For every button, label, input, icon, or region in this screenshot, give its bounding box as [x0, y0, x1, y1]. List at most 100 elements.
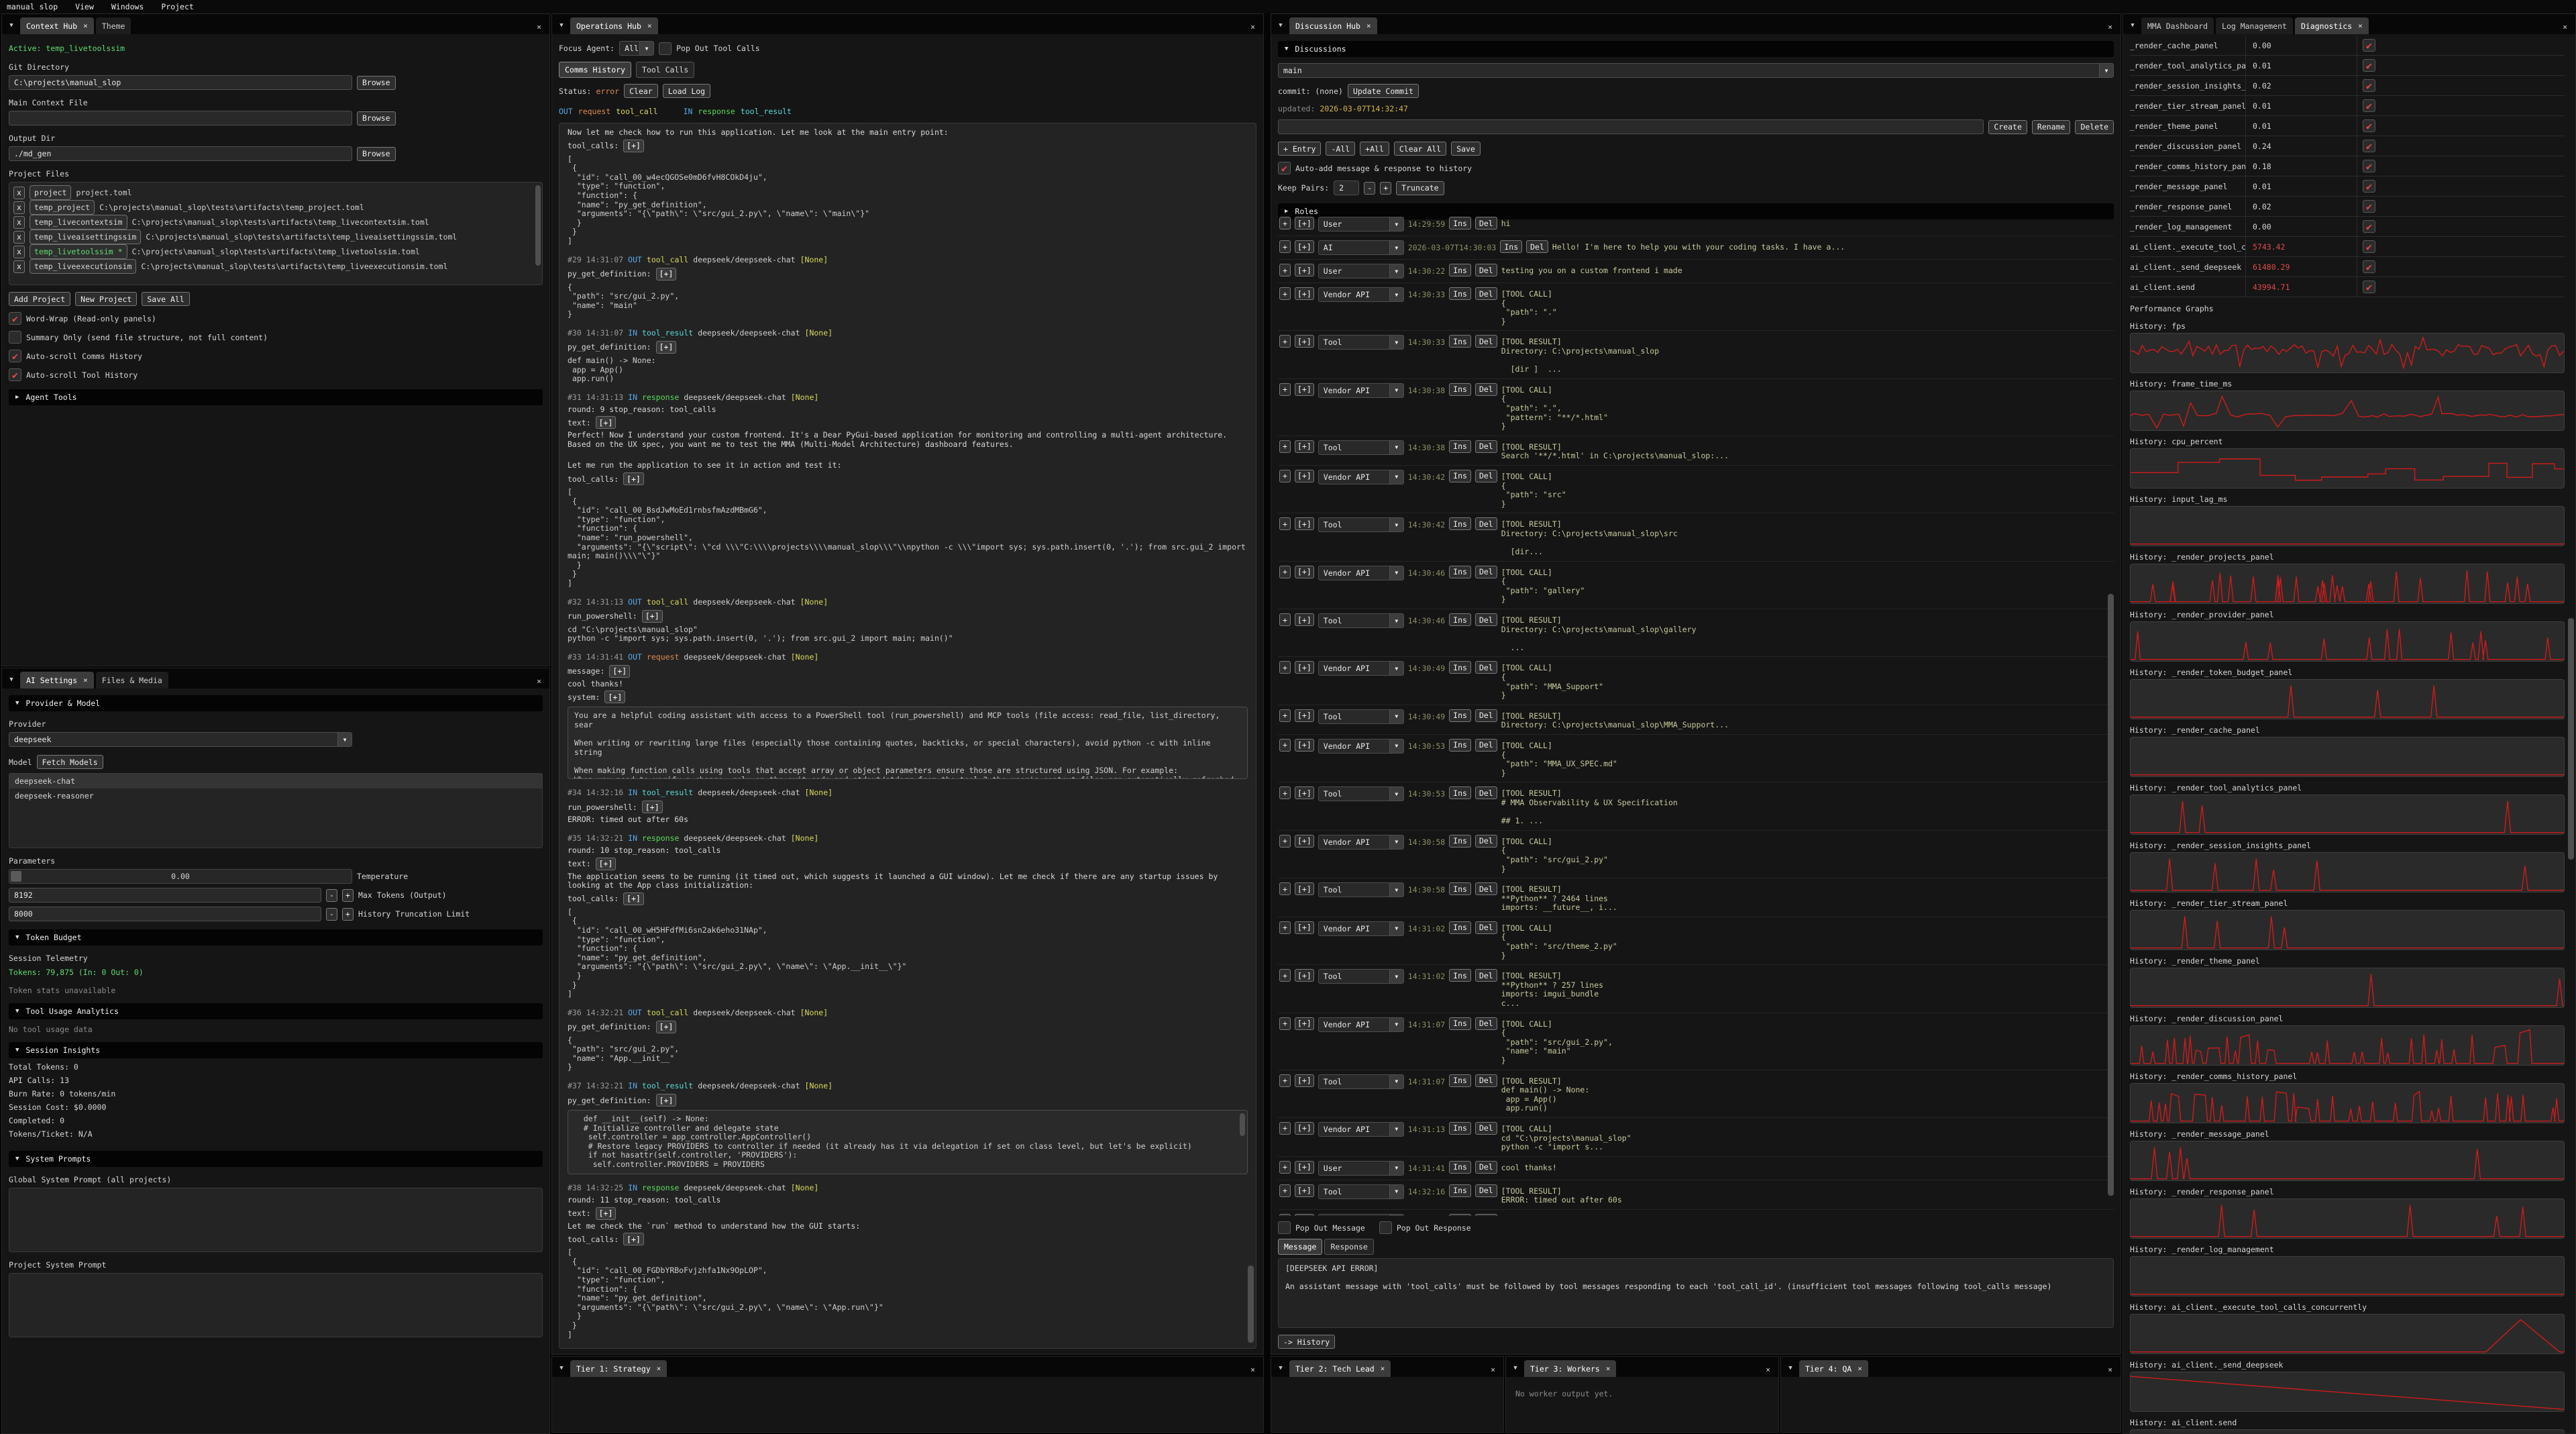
tab-tier3[interactable]: Tier 3: Workers× — [1524, 1360, 1616, 1377]
add-entry-button[interactable]: + — [1279, 1161, 1291, 1174]
comms-history-log[interactable]: Now let me check how to run this applica… — [559, 123, 1256, 1349]
popout-message-checkbox[interactable]: ✔ — [1278, 1221, 1291, 1234]
model-option[interactable]: deepseek-chat — [9, 774, 542, 788]
expand-button[interactable]: [+] — [623, 140, 644, 152]
role-select[interactable]: Vendor API▼ — [1318, 1214, 1404, 1216]
insert-button[interactable]: Ins — [1449, 217, 1471, 229]
model-option[interactable]: deepseek-reasoner — [9, 788, 542, 803]
insert-button[interactable]: Ins — [1449, 1017, 1471, 1030]
file-key-pill[interactable]: temp_project — [30, 200, 95, 215]
delete-button[interactable]: Del — [1475, 517, 1497, 530]
decrement-button[interactable]: - — [1364, 182, 1375, 195]
delete-button[interactable]: Del — [1475, 921, 1497, 934]
insert-button[interactable]: Ins — [1449, 1122, 1471, 1135]
add-entry-button[interactable]: + — [1279, 287, 1291, 300]
delete-button[interactable]: Del — [1475, 1122, 1497, 1135]
entry-action-button[interactable]: +All — [1360, 142, 1389, 156]
expand-entry-button[interactable]: [+] — [1295, 1184, 1314, 1197]
expand-entry-button[interactable]: [+] — [1295, 1017, 1314, 1030]
log-code-box[interactable]: def __init__(self) -> None: # Initialize… — [568, 1110, 1248, 1174]
expand-entry-button[interactable]: [+] — [1295, 1214, 1314, 1216]
close-icon[interactable]: × — [2563, 22, 2573, 34]
delete-button[interactable]: Del — [1475, 835, 1497, 848]
close-icon[interactable]: × — [1381, 1364, 1385, 1373]
system-prompts-header[interactable]: ▼System Prompts — [9, 1151, 543, 1167]
expand-button[interactable]: [+] — [609, 665, 630, 678]
tab-tier1[interactable]: Tier 1: Strategy× — [570, 1360, 667, 1377]
diagnostic-checkbox[interactable]: ✔ — [2363, 280, 2375, 293]
truncate-button[interactable]: Truncate — [1396, 181, 1444, 195]
add-entry-button[interactable]: + — [1279, 1122, 1291, 1135]
diagnostic-checkbox[interactable]: ✔ — [2363, 39, 2375, 52]
expand-button[interactable]: [+] — [623, 1233, 644, 1245]
role-select[interactable]: User▼ — [1318, 1161, 1404, 1176]
role-select[interactable]: Vendor API▼ — [1318, 739, 1404, 754]
delete-button[interactable]: Del — [1475, 287, 1497, 300]
file-key-pill[interactable]: temp_livetoolssim * — [30, 244, 127, 259]
collapse-arrow-icon[interactable]: ▼ — [555, 17, 568, 34]
expand-entry-button[interactable]: [+] — [1295, 240, 1314, 253]
expand-entry-button[interactable]: [+] — [1295, 969, 1314, 982]
diagnostic-checkbox[interactable]: ✔ — [2363, 200, 2375, 213]
remove-file-button[interactable]: x — [13, 216, 25, 229]
close-icon[interactable]: × — [657, 1364, 661, 1373]
diagnostic-checkbox[interactable]: ✔ — [2363, 180, 2375, 193]
role-select[interactable]: User▼ — [1318, 264, 1404, 278]
role-select[interactable]: Vendor API▼ — [1318, 835, 1404, 850]
role-select[interactable]: Vendor API▼ — [1318, 661, 1404, 676]
collapse-arrow-icon[interactable]: ▼ — [555, 1360, 568, 1377]
diagnostic-checkbox[interactable]: ✔ — [2363, 79, 2375, 92]
insert-button[interactable]: Ins — [1449, 709, 1471, 722]
expand-button[interactable]: [+] — [656, 1094, 677, 1107]
scrollbar-thumb[interactable] — [2568, 618, 2574, 860]
delete-button[interactable]: Del — [1475, 1214, 1497, 1216]
collapse-arrow-icon[interactable]: ▼ — [5, 671, 18, 688]
increment-button[interactable]: + — [1380, 182, 1391, 195]
delete-button[interactable]: Del — [1475, 383, 1497, 396]
add-entry-button[interactable]: + — [1279, 786, 1291, 799]
expand-entry-button[interactable]: [+] — [1295, 1122, 1314, 1135]
role-select[interactable]: Tool▼ — [1318, 709, 1404, 724]
menu-item[interactable]: Windows — [111, 2, 144, 11]
role-select[interactable]: Vendor API▼ — [1318, 1017, 1404, 1032]
role-select[interactable]: Tool▼ — [1318, 1184, 1404, 1199]
role-select[interactable]: Tool▼ — [1318, 1074, 1404, 1089]
scrollbar-thumb[interactable] — [2108, 594, 2114, 1196]
expand-entry-button[interactable]: [+] — [1295, 1074, 1314, 1087]
expand-entry-button[interactable]: [+] — [1295, 786, 1314, 799]
role-select[interactable]: Tool▼ — [1318, 613, 1404, 628]
tab-ai-settings[interactable]: AI Settings× — [20, 672, 94, 688]
add-entry-button[interactable]: + — [1279, 613, 1291, 626]
role-select[interactable]: Vendor API▼ — [1318, 383, 1404, 398]
expand-button[interactable]: [+] — [656, 341, 677, 354]
close-icon[interactable]: × — [1250, 22, 1260, 34]
expand-button[interactable]: [+] — [596, 416, 616, 429]
role-select[interactable]: Tool▼ — [1318, 786, 1404, 801]
close-icon[interactable]: × — [1250, 1365, 1260, 1377]
discussion-name-input[interactable] — [1278, 119, 1984, 134]
collapse-arrow-icon[interactable]: ▼ — [2126, 17, 2139, 34]
close-icon[interactable]: × — [1366, 21, 1371, 30]
expand-entry-button[interactable]: [+] — [1295, 739, 1314, 752]
delete-button[interactable]: Del — [1475, 1161, 1497, 1174]
collapse-arrow-icon[interactable]: ▼ — [5, 17, 18, 34]
delete-button[interactable]: Del — [1475, 709, 1497, 722]
add-entry-button[interactable]: + — [1279, 440, 1291, 453]
tab-diagnostics[interactable]: Diagnostics× — [2295, 17, 2369, 34]
diagnostic-checkbox[interactable]: ✔ — [2363, 160, 2375, 172]
close-icon[interactable]: × — [2108, 1365, 2118, 1377]
collapse-arrow-icon[interactable]: ▼ — [1509, 1360, 1522, 1377]
close-icon[interactable]: × — [1491, 1365, 1501, 1377]
close-icon[interactable]: × — [2358, 21, 2363, 30]
output-dir-input[interactable]: ./md_gen — [9, 146, 352, 161]
browse-main-button[interactable]: Browse — [357, 111, 396, 125]
close-icon[interactable]: × — [537, 22, 547, 34]
expand-entry-button[interactable]: [+] — [1295, 335, 1314, 348]
expand-button[interactable]: [+] — [642, 610, 663, 623]
decrement-button[interactable]: - — [326, 889, 337, 902]
delete-button[interactable]: Del — [1475, 440, 1497, 453]
update-commit-button[interactable]: Update Commit — [1348, 84, 1419, 98]
discussion-select[interactable]: main ▼ — [1278, 63, 2114, 78]
add-project-button[interactable]: Add Project — [9, 292, 70, 306]
keep-pairs-input[interactable]: 2 — [1334, 181, 1359, 195]
